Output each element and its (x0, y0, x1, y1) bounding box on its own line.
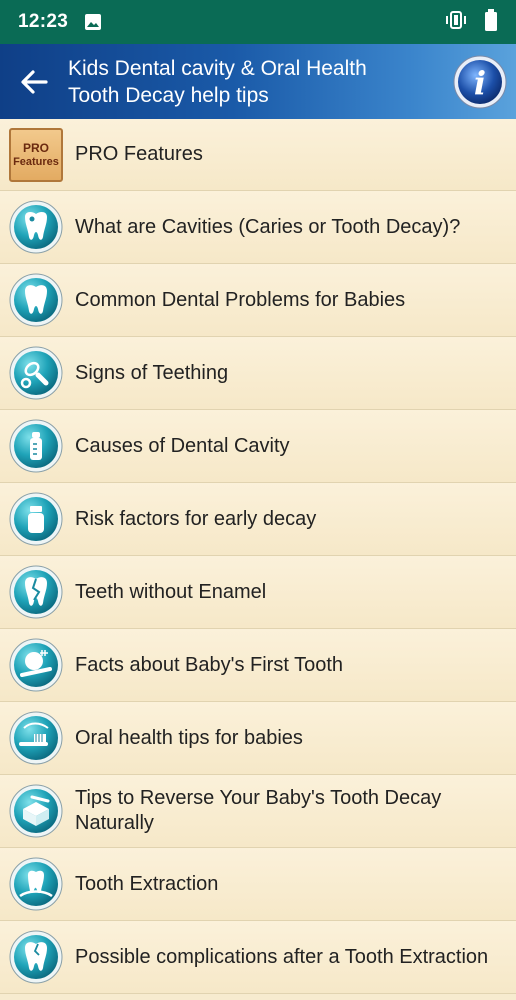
status-bar: 12:23 (0, 0, 516, 44)
toothbrush-icon (8, 710, 64, 766)
list-item[interactable]: Causes of Dental Cavity (0, 410, 516, 483)
baby-bottle-icon (8, 418, 64, 474)
list-item[interactable]: Possible complications after a Tooth Ext… (0, 921, 516, 994)
app-bar: Kids Dental cavity & Oral Health Tooth D… (0, 44, 516, 119)
list-item-label: Risk factors for early decay (75, 507, 317, 530)
list-item-label: Tips to Reverse Your Baby's Tooth Decay … (75, 787, 442, 834)
list-item[interactable]: Risk factors for early decay (0, 483, 516, 556)
list-item[interactable]: What are Cavities (Caries or Tooth Decay… (0, 191, 516, 264)
app-title: Kids Dental cavity & Oral Health Tooth D… (68, 56, 367, 107)
list-item-label: Common Dental Problems for Babies (75, 288, 406, 311)
list-item[interactable]: PRO Features PRO Features (0, 119, 516, 191)
jar-icon (8, 491, 64, 547)
list-item[interactable]: Signs of Teething (0, 337, 516, 410)
list-item[interactable]: Tooth Extraction (0, 848, 516, 921)
list-item[interactable]: Common Dental Problems for Babies (0, 264, 516, 337)
list-item[interactable]: Teeth without Enamel (0, 556, 516, 629)
cracked-tooth-icon (8, 929, 64, 985)
image-notification-icon (84, 13, 102, 31)
baby-toothbrush-icon (8, 637, 64, 693)
tooth-cavity-icon (8, 199, 64, 255)
pro-badge-line1: PRO (22, 140, 49, 155)
list-item-label: PRO Features (75, 143, 203, 165)
tooth-extraction-icon (8, 856, 64, 912)
list-item-label: Tooth Extraction (75, 872, 219, 895)
pro-features-badge: PRO Features (8, 127, 64, 183)
list-item-label: Possible complications after a Tooth Ext… (75, 945, 489, 968)
list-item[interactable]: Facts about Baby's First Tooth (0, 629, 516, 702)
pro-badge-line2: Features (13, 155, 59, 168)
info-icon[interactable]: i (452, 54, 508, 110)
battery-icon (484, 8, 498, 36)
broken-tooth-icon (8, 564, 64, 620)
list-item-label: Oral health tips for babies (75, 726, 303, 749)
list-item-label: Signs of Teething (75, 361, 229, 384)
list-item-label: What are Cavities (Caries or Tooth Decay… (75, 215, 461, 238)
list-item-label: Causes of Dental Cavity (75, 434, 290, 457)
vibrate-icon (444, 10, 468, 35)
back-arrow-icon[interactable] (0, 44, 68, 119)
list-item-label: Teeth without Enamel (75, 580, 267, 603)
list-item[interactable]: Tips to Reverse Your Baby's Tooth Decay … (0, 775, 516, 848)
svg-text:i: i (474, 64, 486, 102)
tooth-icon (8, 272, 64, 328)
topic-list: PRO Features PRO Features What are Cavities… (0, 119, 516, 994)
pacifier-icon (8, 345, 64, 401)
list-item-label: Facts about Baby's First Tooth (75, 653, 344, 676)
pro-badge: PRO Features (9, 127, 63, 182)
list-item[interactable]: Oral health tips for babies (0, 702, 516, 775)
box-icon (8, 783, 64, 839)
status-time: 12:23 (18, 11, 69, 32)
